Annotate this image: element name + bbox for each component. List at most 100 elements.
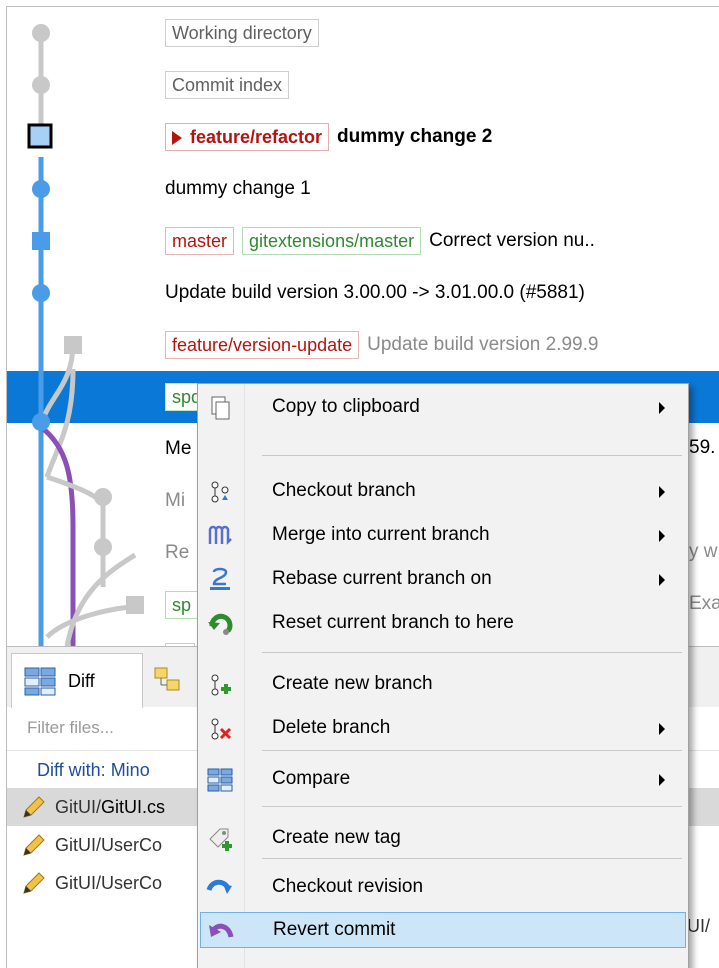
file-dir: GitUI/UserCo [55, 872, 163, 893]
commit-message-peek: Exa [689, 593, 719, 614]
branch-label-text: Commit index [172, 75, 283, 95]
graph-node [32, 180, 50, 198]
menu-item-label: Checkout branch [272, 480, 416, 501]
graph-node [32, 76, 50, 94]
graph-node [32, 413, 50, 431]
graph-node [94, 488, 112, 506]
file-path: GitUI/GitUI.cs [55, 797, 165, 818]
branch-label[interactable]: Commit index [165, 71, 290, 99]
pencil-icon [23, 872, 45, 894]
current-branch-arrow-icon [172, 131, 182, 146]
rebase-icon [210, 567, 230, 590]
branch-label-text: gitextensions/master [249, 231, 415, 251]
menu-item-label: Revert commit [273, 919, 396, 940]
checkout-revision-icon [206, 879, 232, 894]
tab-diff-label: Diff [68, 670, 95, 691]
file-dir: GitUI/ [55, 796, 102, 817]
reset-icon [208, 613, 233, 635]
submenu-arrow-icon [659, 530, 665, 542]
filter-files-placeholder: Filter files... [27, 718, 114, 737]
commit-message: Update build version 3.00.00 -> 3.01.00.… [165, 282, 585, 303]
menu-item-delete-branch[interactable]: Delete branch [200, 711, 686, 747]
branch-label[interactable]: sp [165, 591, 199, 619]
file-dir: GitUI/UserCo [55, 834, 163, 855]
pencil-icon [23, 796, 45, 818]
menu-item-rebase-current-branch-on[interactable]: Rebase current branch on [200, 562, 686, 598]
menu-item-label: Create new branch [272, 673, 433, 694]
graph-node [64, 336, 82, 354]
menu-item-label: Checkout revision [272, 876, 424, 897]
checkout-branch-icon [211, 481, 229, 503]
branch-label[interactable]: Working directory [165, 19, 319, 47]
file-path: GitUI/UserCo [55, 835, 162, 856]
branch-label-text: feature/version-update [172, 335, 353, 355]
menu-item-label: Create new tag [272, 827, 401, 848]
menu-item-create-new-branch[interactable]: Create new branch [200, 667, 686, 703]
graph-node [126, 596, 144, 614]
tab-diff[interactable]: Diff [11, 653, 143, 708]
menu-separator [262, 750, 682, 751]
menu-item-label: Merge into current branch [272, 524, 490, 545]
commit-message: dummy change 2 [337, 126, 493, 147]
tab-file-tree[interactable] [145, 653, 205, 707]
commit-message: Me [165, 438, 192, 459]
menu-item-checkout-branch[interactable]: Checkout branch [200, 474, 686, 510]
revert-icon [209, 923, 234, 938]
file-path: GitUI/UserCo [55, 873, 162, 894]
branch-label-text: master [172, 231, 228, 251]
branch-label-text: sp [172, 595, 192, 615]
compare-icon [207, 768, 233, 792]
menu-item-revert-commit[interactable]: Revert commit [200, 912, 686, 948]
menu-item-label: Delete branch [272, 717, 391, 738]
menu-item-compare[interactable]: Compare [200, 762, 686, 798]
submenu-arrow-icon [659, 574, 665, 586]
graph-node [32, 284, 50, 302]
menu-item-reset-current-branch-to-here[interactable]: Reset current branch to here [200, 606, 686, 642]
menu-separator [262, 652, 682, 653]
branch-label-text: Working directory [172, 23, 312, 43]
menu-item-checkout-revision[interactable]: Checkout revision [200, 870, 686, 906]
menu-separator [262, 455, 682, 456]
menu-item-label: Copy to clipboard [272, 396, 420, 417]
delete-branch-icon [211, 718, 232, 740]
branch-label[interactable]: gitextensions/master [242, 227, 422, 255]
diff-icon [24, 667, 56, 696]
create-branch-icon [211, 674, 231, 696]
menu-item-label: Compare [272, 768, 351, 789]
commit-graph [27, 24, 144, 647]
graph-node [32, 24, 50, 42]
head-node [27, 123, 53, 149]
commit-message: Correct version nu.. [429, 230, 595, 251]
commit-message: dummy change 1 [165, 178, 311, 199]
branch-label[interactable]: feature/version-update [165, 331, 360, 359]
graph-node [32, 232, 50, 250]
file-name: GitUI.cs [101, 796, 166, 817]
menu-item-label: Reset current branch to here [272, 612, 514, 633]
menu-item-merge-into-current-branch[interactable]: Merge into current branch [200, 518, 686, 554]
merge-icon [208, 525, 232, 546]
submenu-arrow-icon [659, 723, 665, 735]
submenu-arrow-icon [659, 774, 665, 786]
file-tree-icon [154, 667, 180, 691]
graph-node [94, 538, 112, 556]
branch-label[interactable]: master [165, 227, 235, 255]
submenu-arrow-icon [659, 402, 665, 414]
commit-message: Mi [165, 490, 186, 511]
file-path-peek: UI/ [687, 916, 711, 936]
diff-with-label: Diff with: Mino [37, 760, 150, 780]
menu-item-label: Rebase current branch on [272, 568, 492, 589]
menu-separator [262, 806, 682, 807]
submenu-arrow-icon [659, 486, 665, 498]
commit-message: Re [165, 542, 190, 563]
git-extensions-window: Working directory Commit index feature/ref… [0, 0, 719, 968]
create-tag-icon [209, 828, 232, 851]
menu-item-copy-to-clipboard[interactable]: Copy to clipboard [200, 390, 686, 426]
branch-label[interactable]: feature/refactor [165, 123, 330, 151]
copy-icon [211, 396, 230, 420]
commit-message: Update build version 2.99.9 [367, 334, 599, 355]
pencil-icon [23, 834, 45, 856]
branch-label-text: feature/refactor [190, 127, 323, 147]
commit-message-peek: y w [689, 541, 718, 562]
context-menu[interactable]: Copy to clipboard Checkout branch Merge in… [197, 383, 689, 968]
menu-item-create-new-tag[interactable]: Create new tag [200, 821, 686, 857]
